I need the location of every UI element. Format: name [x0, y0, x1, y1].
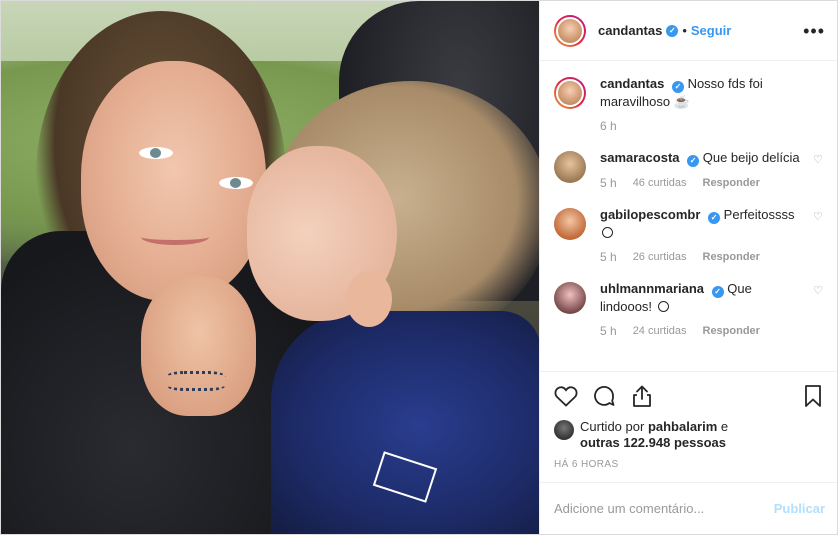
post-side-panel: candantas ✓ • Seguir ••• candantas ✓ Nos…: [539, 1, 837, 534]
likes-summary: Curtido por pahbalarim e outras 122.948 …: [540, 419, 837, 451]
wrist-tattoo: [166, 371, 226, 391]
reply-button[interactable]: Responder: [703, 323, 760, 340]
comments-list[interactable]: candantas ✓ Nosso fds foi maravilhoso ☕ …: [540, 61, 837, 371]
liked-by-prefix: Curtido por: [580, 419, 645, 434]
liker-username[interactable]: pahbalarim: [648, 419, 717, 434]
comment-text: Que beijo delícia: [702, 150, 800, 165]
verified-icon: ✓: [666, 24, 679, 37]
verified-icon: ✓: [711, 286, 724, 298]
comment-likes[interactable]: 24 curtidas: [633, 323, 687, 340]
commenter-avatar[interactable]: [554, 208, 586, 240]
smiling-face-emoji-icon: [602, 227, 613, 238]
woman-mouth: [141, 229, 209, 245]
caption-time[interactable]: 6 h: [600, 118, 617, 135]
share-icon[interactable]: [630, 384, 654, 408]
separator-dot: •: [682, 23, 687, 38]
reply-button[interactable]: Responder: [703, 249, 760, 266]
comment-input[interactable]: Adicione um comentário...: [554, 501, 774, 516]
liked-by-middle: e: [720, 419, 729, 434]
commenter-avatar[interactable]: [554, 282, 586, 314]
boy-shirt: [271, 311, 539, 534]
woman-right-eye: [219, 177, 253, 189]
verified-icon: ✓: [671, 81, 684, 93]
commenter-username[interactable]: uhlmannmariana: [600, 281, 704, 296]
commenter-avatar[interactable]: [554, 151, 586, 183]
heart-icon[interactable]: [554, 384, 578, 408]
caption-avatar[interactable]: [554, 77, 586, 109]
comment-text: Perfeitossss: [723, 207, 795, 222]
publish-button[interactable]: Publicar: [774, 501, 825, 516]
comment-item: gabilopescombr ✓ Perfeitossss 5 h 26 cur…: [554, 206, 825, 266]
verified-icon: ✓: [708, 212, 721, 224]
liker-avatar[interactable]: [554, 420, 574, 440]
comment-heart-icon[interactable]: ♡: [813, 210, 825, 223]
coffee-emoji-icon: ☕: [673, 94, 690, 109]
follow-button[interactable]: Seguir: [691, 23, 731, 38]
bookmark-icon[interactable]: [801, 384, 825, 408]
post-photo[interactable]: [1, 1, 539, 534]
comment-time[interactable]: 5 h: [600, 175, 617, 192]
verified-icon: ✓: [687, 155, 700, 167]
woman-left-eye: [139, 147, 173, 159]
comment-time[interactable]: 5 h: [600, 249, 617, 266]
post-header: candantas ✓ • Seguir •••: [540, 1, 837, 61]
author-info: candantas ✓ • Seguir: [598, 23, 731, 38]
smiling-face-emoji-icon: [657, 301, 669, 312]
reply-button[interactable]: Responder: [703, 175, 760, 192]
add-comment-bar: Adicione um comentário... Publicar: [540, 482, 837, 534]
caption-username[interactable]: candantas: [600, 76, 664, 91]
boy-ear: [346, 271, 392, 327]
comment-likes[interactable]: 26 curtidas: [633, 249, 687, 266]
post-actions: [540, 371, 837, 419]
comment-icon[interactable]: [592, 384, 616, 408]
author-username[interactable]: candantas: [598, 23, 662, 38]
author-avatar[interactable]: [554, 14, 586, 47]
comment-heart-icon[interactable]: ♡: [813, 284, 825, 297]
comment-time[interactable]: 5 h: [600, 323, 617, 340]
more-options-icon[interactable]: •••: [803, 22, 825, 40]
commenter-username[interactable]: samaracosta: [600, 150, 680, 165]
comment-item: samaracosta ✓ Que beijo delícia 5 h 46 c…: [554, 149, 825, 192]
post-timestamp[interactable]: HÁ 6 HORAS: [540, 451, 837, 470]
caption: candantas ✓ Nosso fds foi maravilhoso ☕ …: [554, 75, 825, 135]
liked-by-others[interactable]: outras 122.948 pessoas: [580, 435, 726, 450]
instagram-post: candantas ✓ • Seguir ••• candantas ✓ Nos…: [0, 0, 838, 535]
comment-item: uhlmannmariana ✓ Que lindooos! 5 h 24 cu…: [554, 280, 825, 340]
comment-heart-icon[interactable]: ♡: [813, 153, 825, 166]
comment-likes[interactable]: 46 curtidas: [633, 175, 687, 192]
woman-hand: [141, 276, 256, 416]
commenter-username[interactable]: gabilopescombr: [600, 207, 700, 222]
